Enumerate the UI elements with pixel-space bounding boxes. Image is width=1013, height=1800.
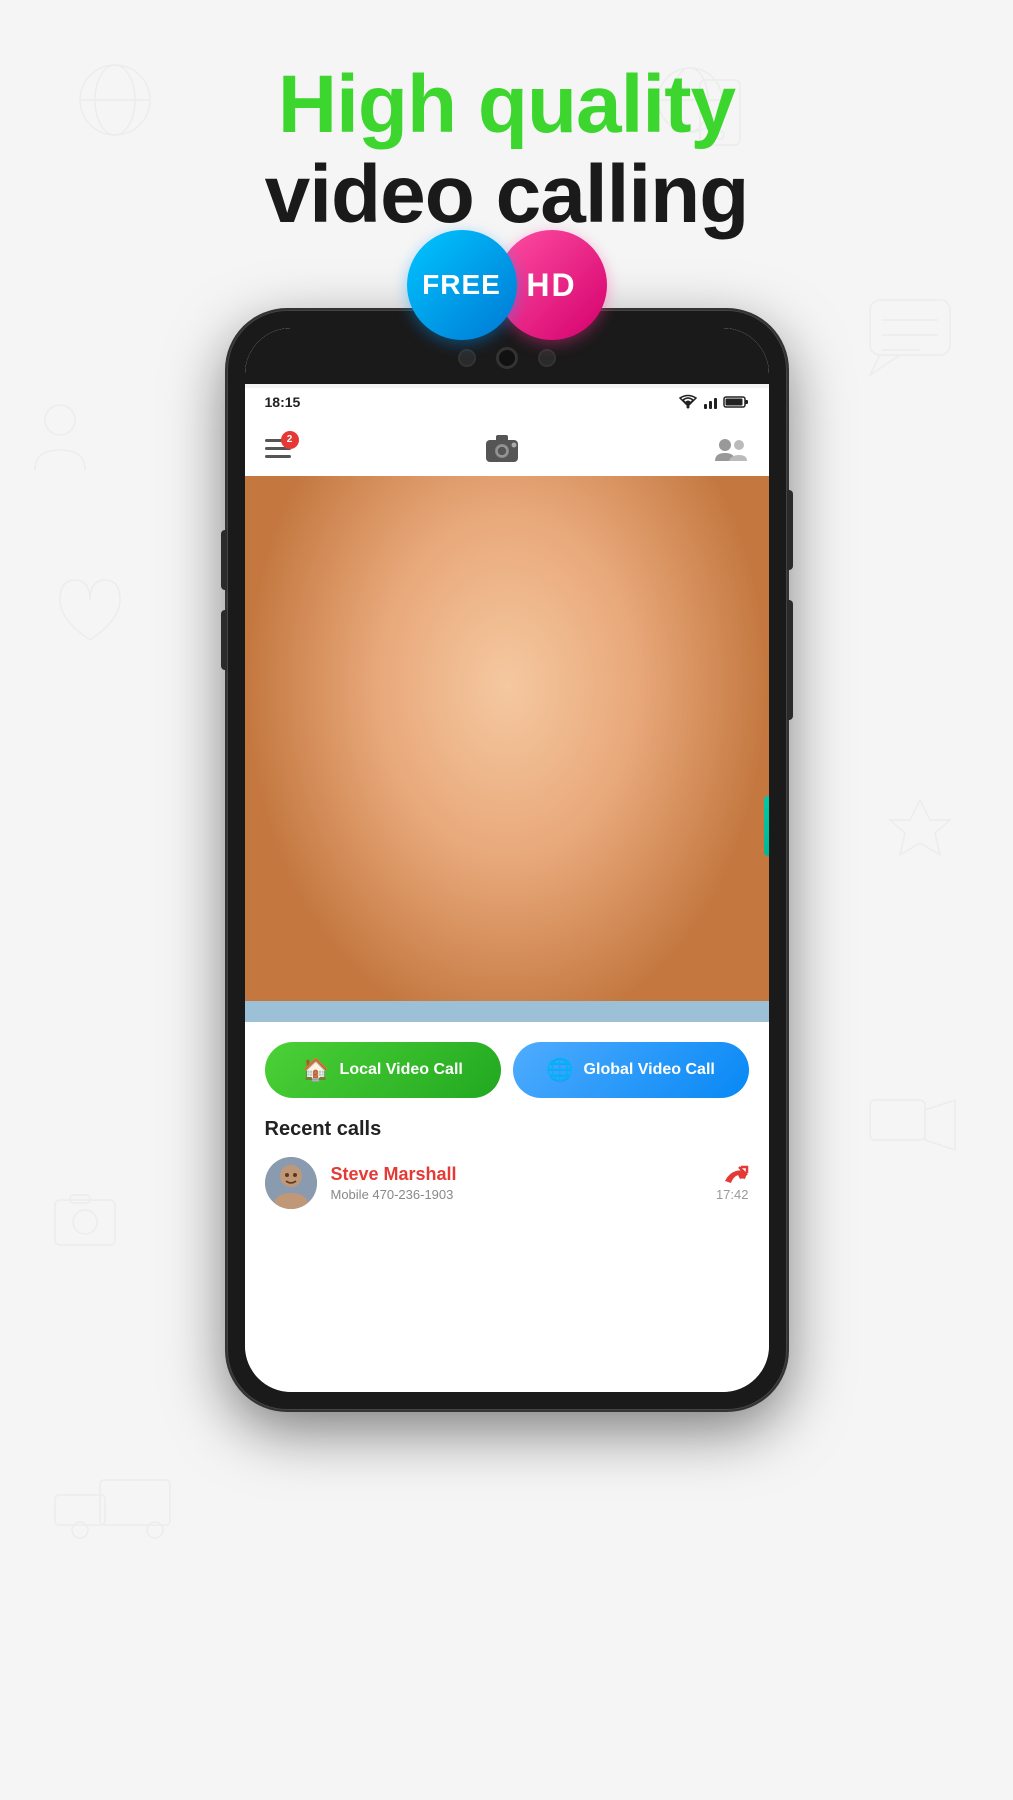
contact-name: Steve Marshall [331, 1164, 702, 1185]
phone-outer: 18:15 [227, 310, 787, 1410]
call-buttons-row: 🏠 Local Video Call 🌐 Global Video Call [265, 1042, 749, 1098]
contacts-icon[interactable] [713, 433, 749, 463]
global-video-call-button[interactable]: 🌐 Global Video Call [513, 1042, 749, 1098]
badges-container: FREE HD [407, 230, 607, 340]
signal-icon [703, 394, 719, 410]
side-tab [764, 796, 769, 856]
contact-detail: Mobile 470-236-1903 [331, 1187, 702, 1202]
phone-screen: 18:15 [245, 328, 769, 1392]
status-bar: 18:15 [245, 384, 769, 420]
front-camera-main [496, 347, 518, 369]
home-icon: 🏠 [302, 1057, 329, 1083]
bottom-panel: 🏠 Local Video Call 🌐 Global Video Call R… [245, 1022, 769, 1392]
battery-icon [723, 395, 749, 409]
wifi-icon [677, 394, 699, 410]
menu-button[interactable]: 2 [265, 439, 291, 458]
call-time: 17:42 [716, 1187, 749, 1202]
globe-icon: 🌐 [546, 1057, 573, 1083]
contact-avatar [265, 1157, 317, 1209]
menu-line-3 [265, 455, 291, 458]
free-badge: FREE [407, 230, 517, 340]
status-icons [677, 394, 749, 410]
notification-badge: 2 [281, 431, 299, 449]
status-time: 18:15 [265, 394, 301, 410]
missed-call-icon [723, 1165, 749, 1185]
call-info: Steve Marshall Mobile 470-236-1903 [331, 1164, 702, 1202]
recent-calls-title: Recent calls [265, 1118, 749, 1141]
phone-frame: 18:15 [227, 310, 787, 1410]
side-button-volume-up [221, 530, 227, 590]
avatar-svg [265, 1157, 317, 1209]
call-status: 17:42 [716, 1165, 749, 1202]
local-video-call-button[interactable]: 🏠 Local Video Call [265, 1042, 501, 1098]
high-quality-text: High quality [0, 60, 1013, 150]
front-camera-right [538, 349, 556, 367]
app-header: 2 [245, 420, 769, 476]
camera-header-icon[interactable] [482, 432, 522, 464]
side-button-volume-down [221, 610, 227, 670]
front-camera-left [458, 349, 476, 367]
header-section: High quality video calling [0, 60, 1013, 240]
video-calling-text: video calling [0, 150, 1013, 240]
call-list-item[interactable]: Steve Marshall Mobile 470-236-1903 17:42 [265, 1157, 749, 1209]
